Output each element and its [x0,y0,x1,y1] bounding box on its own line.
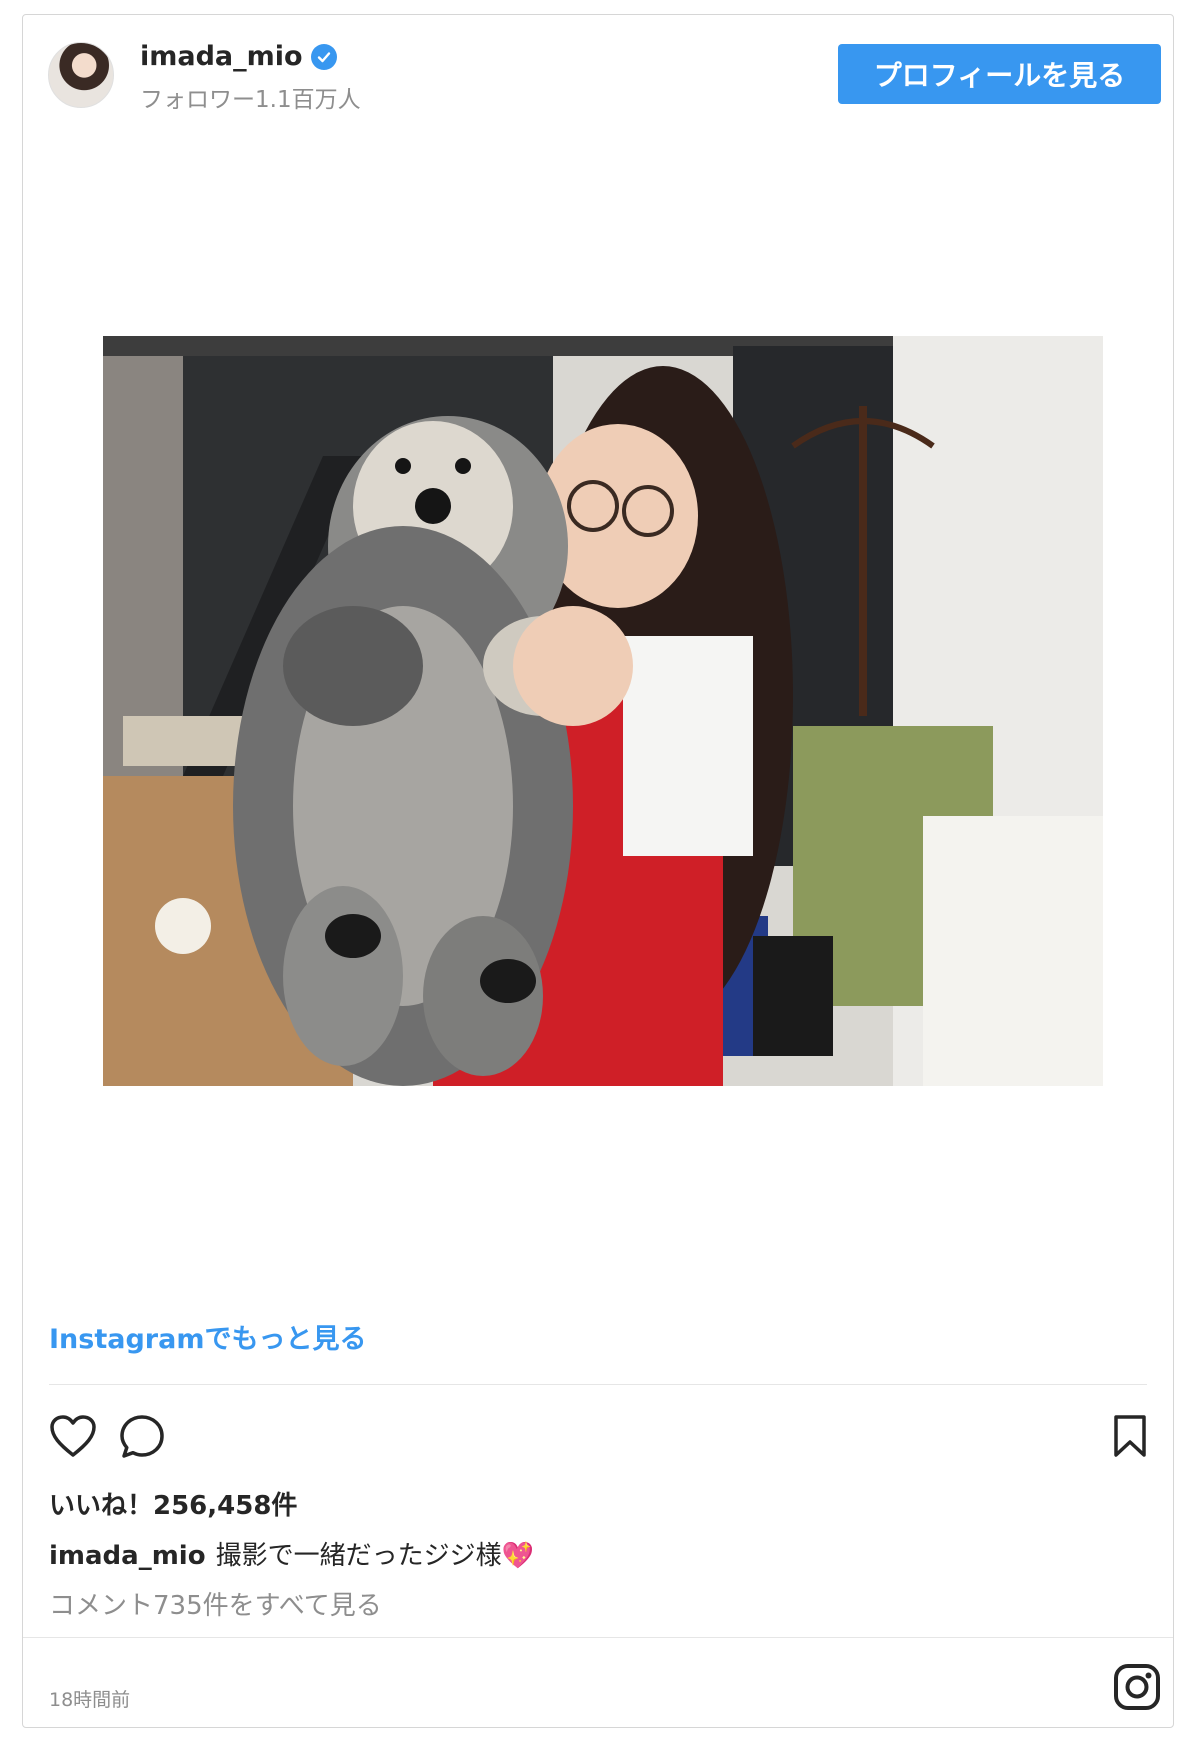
avatar[interactable] [48,42,114,108]
timestamp: 18時間前 [49,1689,131,1711]
divider [49,1384,1147,1385]
follower-count: フォロワー1.1百万人 [140,87,361,113]
comment-icon[interactable] [119,1414,165,1464]
verified-badge-icon [310,43,337,70]
post-photo[interactable] [103,336,1103,1086]
heart-icon[interactable] [49,1414,97,1462]
caption-text: 撮影で一緒だったジジ様💖 [215,1541,534,1571]
action-bar [49,1410,1147,1470]
instagram-embed-card: imada_mio フォロワー1.1百万人 プロフィールを見る Instagra… [22,14,1174,1728]
like-count[interactable]: いいね！256,458件 [49,1485,297,1522]
instagram-logo-icon[interactable] [1113,1663,1161,1715]
divider [23,1637,1173,1638]
view-profile-button[interactable]: プロフィールを見る [838,44,1161,104]
view-more-on-instagram-link[interactable]: Instagramでもっと見る [49,1317,366,1356]
photo-illustration [103,336,1103,1086]
caption: imada_mio 撮影で一緒だったジジ様💖 [49,1535,534,1572]
caption-username[interactable]: imada_mio [49,1541,206,1571]
bookmark-icon[interactable] [1113,1414,1147,1462]
view-all-comments-link[interactable]: コメント735件をすべて見る [49,1585,382,1622]
username[interactable]: imada_mio [140,41,303,72]
username-row: imada_mio [140,41,337,72]
post-header: imada_mio フォロワー1.1百万人 プロフィールを見る [23,15,1173,143]
